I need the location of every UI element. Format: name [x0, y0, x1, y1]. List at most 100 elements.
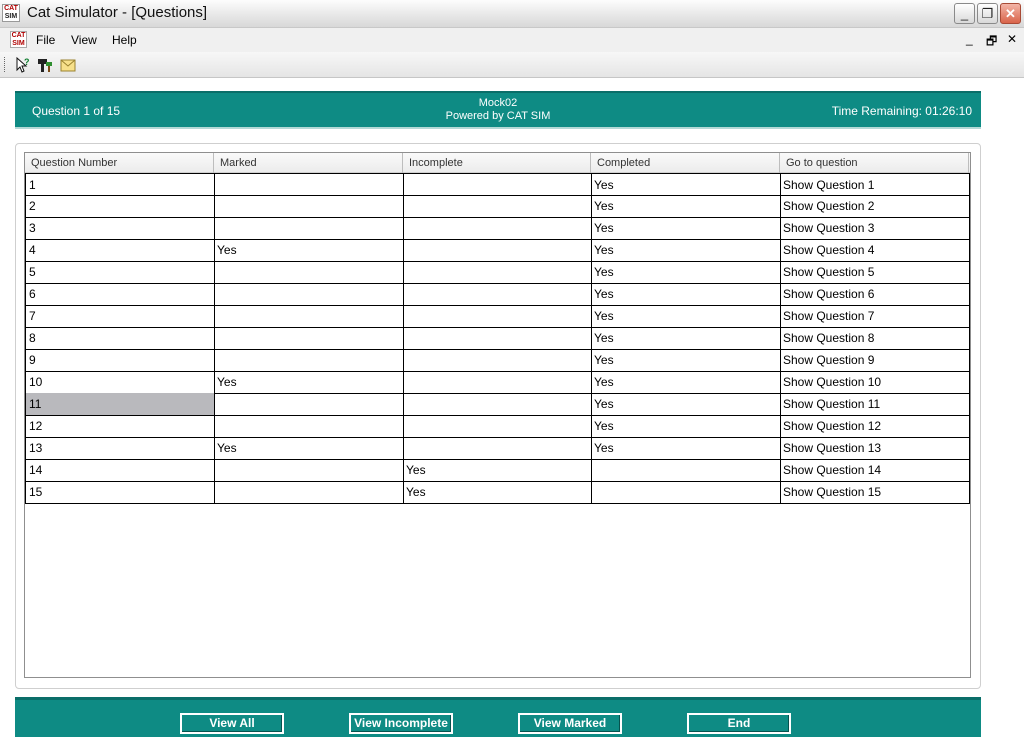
go-to-question-cell[interactable]: Show Question 9: [780, 349, 970, 372]
completed-cell[interactable]: Yes: [591, 349, 781, 372]
menu-view[interactable]: View: [71, 33, 97, 47]
go-to-question-cell[interactable]: Show Question 2: [780, 195, 970, 218]
question-number-cell[interactable]: 14: [25, 459, 215, 482]
tools-icon[interactable]: [36, 56, 54, 74]
table-row[interactable]: 12 Yes Show Question 12: [25, 415, 970, 438]
cat-sim-logo-icon[interactable]: CAT SIM: [2, 4, 20, 22]
incomplete-cell[interactable]: [403, 349, 592, 372]
table-row[interactable]: 11 Yes Show Question 11: [25, 393, 970, 416]
incomplete-cell[interactable]: [403, 261, 592, 284]
completed-cell[interactable]: Yes: [591, 239, 781, 262]
column-header-marked[interactable]: Marked: [214, 153, 403, 173]
table-row[interactable]: 15 Yes Show Question 15: [25, 481, 970, 504]
go-to-question-cell[interactable]: Show Question 7: [780, 305, 970, 328]
go-to-question-cell[interactable]: Show Question 13: [780, 437, 970, 460]
table-row[interactable]: 14 Yes Show Question 14: [25, 459, 970, 482]
completed-cell[interactable]: Yes: [591, 415, 781, 438]
completed-cell[interactable]: Yes: [591, 283, 781, 306]
marked-cell[interactable]: [214, 173, 404, 196]
question-number-cell[interactable]: 9: [25, 349, 215, 372]
mdi-child-logo-icon[interactable]: CAT SIM: [10, 31, 27, 48]
questions-grid[interactable]: Question Number Marked Incomplete Comple…: [24, 152, 971, 678]
toolbar-grip[interactable]: [4, 57, 7, 72]
end-button[interactable]: End: [687, 713, 791, 734]
incomplete-cell[interactable]: [403, 305, 592, 328]
question-number-cell[interactable]: 2: [25, 195, 215, 218]
mdi-close-button[interactable]: ✕: [1007, 32, 1017, 46]
question-number-cell[interactable]: 7: [25, 305, 215, 328]
table-row[interactable]: 3 Yes Show Question 3: [25, 217, 970, 240]
question-number-cell[interactable]: 11: [25, 393, 215, 416]
completed-cell[interactable]: Yes: [591, 371, 781, 394]
question-number-cell[interactable]: 8: [25, 327, 215, 350]
restore-button[interactable]: ❐: [977, 3, 998, 24]
marked-cell[interactable]: [214, 393, 404, 416]
go-to-question-cell[interactable]: Show Question 14: [780, 459, 970, 482]
go-to-question-cell[interactable]: Show Question 8: [780, 327, 970, 350]
go-to-question-cell[interactable]: Show Question 1: [780, 173, 970, 196]
go-to-question-cell[interactable]: Show Question 10: [780, 371, 970, 394]
view-all-button[interactable]: View All: [180, 713, 284, 734]
column-header-go-to-question[interactable]: Go to question: [780, 153, 969, 173]
go-to-question-cell[interactable]: Show Question 11: [780, 393, 970, 416]
incomplete-cell[interactable]: [403, 283, 592, 306]
incomplete-cell[interactable]: [403, 173, 592, 196]
menu-help[interactable]: Help: [112, 33, 137, 47]
question-number-cell[interactable]: 4: [25, 239, 215, 262]
marked-cell[interactable]: [214, 327, 404, 350]
table-row[interactable]: 13 Yes Yes Show Question 13: [25, 437, 970, 460]
help-pointer-icon[interactable]: ?: [14, 56, 32, 74]
question-number-cell[interactable]: 3: [25, 217, 215, 240]
completed-cell[interactable]: [591, 459, 781, 482]
completed-cell[interactable]: Yes: [591, 327, 781, 350]
question-number-cell[interactable]: 12: [25, 415, 215, 438]
menu-file[interactable]: File: [36, 33, 55, 47]
go-to-question-cell[interactable]: Show Question 12: [780, 415, 970, 438]
completed-cell[interactable]: Yes: [591, 173, 781, 196]
incomplete-cell[interactable]: [403, 239, 592, 262]
column-header-completed[interactable]: Completed: [591, 153, 780, 173]
table-row[interactable]: 4 Yes Yes Show Question 4: [25, 239, 970, 262]
marked-cell[interactable]: [214, 459, 404, 482]
marked-cell[interactable]: Yes: [214, 239, 404, 262]
incomplete-cell[interactable]: Yes: [403, 481, 592, 504]
completed-cell[interactable]: [591, 481, 781, 504]
go-to-question-cell[interactable]: Show Question 4: [780, 239, 970, 262]
mail-icon[interactable]: [59, 56, 77, 74]
marked-cell[interactable]: Yes: [214, 371, 404, 394]
question-number-cell[interactable]: 13: [25, 437, 215, 460]
mdi-minimize-button[interactable]: _: [966, 32, 973, 46]
go-to-question-cell[interactable]: Show Question 6: [780, 283, 970, 306]
question-number-cell[interactable]: 10: [25, 371, 215, 394]
table-row[interactable]: 7 Yes Show Question 7: [25, 305, 970, 328]
incomplete-cell[interactable]: [403, 327, 592, 350]
completed-cell[interactable]: Yes: [591, 393, 781, 416]
incomplete-cell[interactable]: [403, 415, 592, 438]
marked-cell[interactable]: Yes: [214, 437, 404, 460]
question-number-cell[interactable]: 6: [25, 283, 215, 306]
view-marked-button[interactable]: View Marked: [518, 713, 622, 734]
table-row[interactable]: 1 Yes Show Question 1: [25, 173, 970, 196]
view-incomplete-button[interactable]: View Incomplete: [349, 713, 453, 734]
marked-cell[interactable]: [214, 481, 404, 504]
incomplete-cell[interactable]: [403, 393, 592, 416]
marked-cell[interactable]: [214, 415, 404, 438]
incomplete-cell[interactable]: [403, 437, 592, 460]
incomplete-cell[interactable]: [403, 217, 592, 240]
incomplete-cell[interactable]: [403, 195, 592, 218]
completed-cell[interactable]: Yes: [591, 195, 781, 218]
close-button[interactable]: ✕: [1000, 3, 1021, 24]
table-row[interactable]: 5 Yes Show Question 5: [25, 261, 970, 284]
table-row[interactable]: 8 Yes Show Question 8: [25, 327, 970, 350]
table-row[interactable]: 2 Yes Show Question 2: [25, 195, 970, 218]
column-header-question-number[interactable]: Question Number: [25, 153, 214, 173]
go-to-question-cell[interactable]: Show Question 15: [780, 481, 970, 504]
completed-cell[interactable]: Yes: [591, 217, 781, 240]
completed-cell[interactable]: Yes: [591, 261, 781, 284]
marked-cell[interactable]: [214, 283, 404, 306]
question-number-cell[interactable]: 15: [25, 481, 215, 504]
table-row[interactable]: 9 Yes Show Question 9: [25, 349, 970, 372]
column-header-incomplete[interactable]: Incomplete: [403, 153, 591, 173]
marked-cell[interactable]: [214, 261, 404, 284]
marked-cell[interactable]: [214, 195, 404, 218]
